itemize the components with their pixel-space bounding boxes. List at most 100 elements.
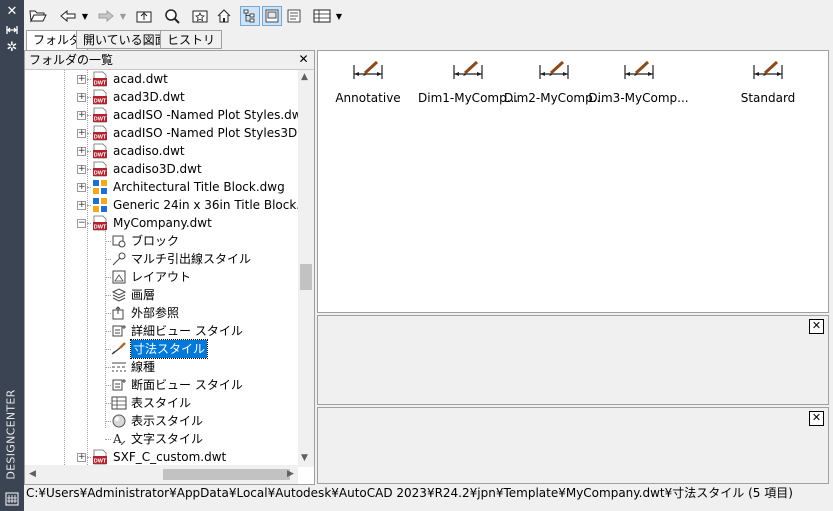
- expand-toggle-icon[interactable]: +: [77, 201, 86, 210]
- dimension-style-icon: [111, 341, 127, 357]
- scroll-down-arrow-icon[interactable]: ▼: [301, 453, 308, 463]
- tree-item-label: 表示スタイル: [131, 414, 204, 428]
- views-button[interactable]: [312, 6, 332, 26]
- tree-item-file[interactable]: + DWT acadiso.dwt: [25, 142, 298, 160]
- scroll-left-arrow-icon[interactable]: ◀: [29, 469, 36, 479]
- vertical-scroll-thumb[interactable]: [300, 264, 312, 290]
- vertical-scrollbar[interactable]: ▲ ▼: [298, 70, 314, 467]
- svg-text:DWT: DWT: [94, 99, 107, 105]
- dwt-file-icon: DWT: [92, 125, 108, 141]
- toolbar: ▼ ▼ ▼: [24, 0, 833, 30]
- dwg-file-icon: [92, 179, 108, 195]
- palette-sidebar: ✕ ✲ DESIGNCENTER: [0, 0, 24, 511]
- tree-view-toggle[interactable]: [240, 6, 260, 26]
- folder-list-title: フォルダの一覧: [29, 53, 114, 67]
- favorites-button[interactable]: [190, 6, 210, 26]
- tree-item-label: acadiso3D.dwt: [113, 162, 202, 176]
- tree-item-category[interactable]: 詳細ビュー スタイル: [25, 322, 298, 340]
- visual-style-icon: [111, 413, 127, 429]
- scroll-right-arrow-icon[interactable]: ▶: [287, 469, 294, 479]
- expand-toggle-icon[interactable]: +: [77, 111, 86, 120]
- expand-toggle-icon[interactable]: +: [77, 75, 86, 84]
- tree-item-category[interactable]: レイアウト: [25, 268, 298, 286]
- folder-list-header: フォルダの一覧 ✕: [25, 51, 314, 70]
- tree-item-file[interactable]: + Generic 24in x 36in Title Block.dwg: [25, 196, 298, 214]
- auto-hide-icon[interactable]: [4, 22, 20, 38]
- back-button[interactable]: [56, 6, 80, 26]
- palette-grip-icon[interactable]: [5, 492, 19, 506]
- tree-item-category[interactable]: 表スタイル: [25, 394, 298, 412]
- tree-item-category[interactable]: ブロック: [25, 232, 298, 250]
- tree-item-label: 外部参照: [131, 306, 180, 320]
- dimension-style-item[interactable]: Dim3-MyComp...: [586, 59, 691, 105]
- folder-tree[interactable]: + DWT acad.dwt + DWT acad3D.dwt + DWT acadISO -N…: [25, 70, 298, 465]
- dimension-style-item[interactable]: Annotative: [318, 59, 418, 105]
- svg-text:A: A: [112, 432, 122, 446]
- close-icon[interactable]: ✕: [4, 4, 20, 20]
- tree-item-file[interactable]: + Architectural Title Block.dwg: [25, 178, 298, 196]
- tree-item-file[interactable]: + DWT acadISO -Named Plot Styles.dwt: [25, 106, 298, 124]
- views-dropdown[interactable]: ▼: [334, 6, 344, 26]
- tree-item-label: マルチ引出線スタイル: [131, 252, 252, 266]
- folder-list-pane: フォルダの一覧 ✕ + DWT acad.dwt + DWT acad3D.dwt + DWT…: [24, 50, 315, 485]
- forward-button[interactable]: [94, 6, 118, 26]
- expand-toggle-icon[interactable]: +: [77, 129, 86, 138]
- tree-item-file[interactable]: + DWT acadiso3D.dwt: [25, 160, 298, 178]
- multileader-style-icon: [111, 251, 127, 267]
- block-icon: [111, 233, 127, 249]
- tree-item-label: acad3D.dwt: [113, 90, 185, 104]
- tree-item-category[interactable]: 寸法スタイル: [25, 339, 298, 359]
- collapse-toggle-icon[interactable]: −: [77, 219, 86, 228]
- tree-item-file[interactable]: + DWT SXF_C_custom.dwt: [25, 448, 298, 465]
- tree-item-label: SXF_C_custom.dwt: [113, 450, 227, 464]
- tree-item-category[interactable]: 外部参照: [25, 304, 298, 322]
- dwt-file-icon: DWT: [92, 143, 108, 159]
- up-button[interactable]: [134, 6, 154, 26]
- forward-dropdown[interactable]: ▼: [118, 6, 128, 26]
- description-toggle[interactable]: [284, 6, 304, 26]
- tree-item-file[interactable]: − DWT MyCompany.dwt: [25, 214, 298, 232]
- tree-item-label: 寸法スタイル: [129, 339, 209, 359]
- preview-icon: [265, 9, 279, 23]
- back-dropdown[interactable]: ▼: [80, 6, 90, 26]
- tree-item-category[interactable]: A 文字スタイル: [25, 430, 298, 448]
- expand-toggle-icon[interactable]: +: [77, 93, 86, 102]
- tree-item-category[interactable]: マルチ引出線スタイル: [25, 250, 298, 268]
- tree-guide-line: [87, 97, 91, 98]
- dimension-style-item[interactable]: Dim1-MyComp...: [418, 59, 518, 105]
- tree-item-file[interactable]: + DWT acad.dwt: [25, 70, 298, 88]
- tree-item-label: MyCompany.dwt: [113, 216, 212, 230]
- expand-toggle-icon[interactable]: +: [77, 147, 86, 156]
- tree-item-label: 文字スタイル: [131, 432, 204, 446]
- properties-icon[interactable]: ✲: [4, 40, 20, 56]
- tree-guide-line: [87, 169, 91, 170]
- dimension-style-item[interactable]: Standard: [718, 59, 818, 105]
- tree-item-category[interactable]: 表示スタイル: [25, 412, 298, 430]
- tree-item-category[interactable]: 断面ビュー スタイル: [25, 376, 298, 394]
- tree-item-category[interactable]: 線種: [25, 358, 298, 376]
- close-icon[interactable]: ✕: [809, 319, 824, 334]
- tree-item-label: 詳細ビュー スタイル: [131, 324, 243, 338]
- svg-text:DWT: DWT: [94, 117, 107, 123]
- home-button[interactable]: [214, 6, 234, 26]
- close-icon[interactable]: ✕: [297, 53, 310, 66]
- preview-toggle[interactable]: [262, 6, 282, 26]
- load-button[interactable]: [28, 6, 48, 26]
- horizontal-scrollbar[interactable]: ◀ ▶: [25, 465, 298, 484]
- expand-toggle-icon[interactable]: +: [77, 165, 86, 174]
- status-path: C:¥Users¥Administrator¥AppData¥Local¥Aut…: [26, 486, 793, 500]
- expand-toggle-icon[interactable]: +: [77, 183, 86, 192]
- tree-item-file[interactable]: + DWT acad3D.dwt: [25, 88, 298, 106]
- close-icon[interactable]: ✕: [809, 411, 824, 426]
- tree-item-file[interactable]: + DWT acadISO -Named Plot Styles3D.dwt: [25, 124, 298, 142]
- tab-open-drawings[interactable]: 開いている図面: [76, 30, 174, 49]
- detail-view-style-icon: [111, 323, 127, 339]
- search-button[interactable]: [162, 6, 182, 26]
- tab-history[interactable]: ヒストリ: [160, 30, 223, 49]
- horizontal-scroll-thumb[interactable]: [163, 469, 290, 480]
- scroll-up-arrow-icon[interactable]: ▲: [301, 72, 308, 82]
- content-area[interactable]: Annotative Dim1-MyComp... Dim2-MyComp... Di…: [317, 50, 829, 313]
- layer-icon: [111, 287, 127, 303]
- tree-item-category[interactable]: 画層: [25, 286, 298, 304]
- expand-toggle-icon[interactable]: +: [77, 453, 86, 462]
